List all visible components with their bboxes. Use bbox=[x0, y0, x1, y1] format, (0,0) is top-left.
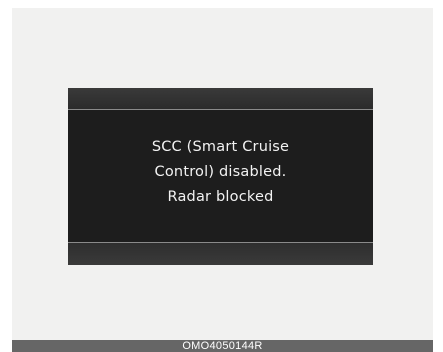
warning-message-line-2: Control) disabled. bbox=[154, 164, 287, 180]
figure-code: OMO4050144R bbox=[182, 340, 263, 352]
warning-message-line-3: Radar blocked bbox=[167, 189, 274, 205]
display-top-band bbox=[68, 88, 373, 109]
warning-message: SCC (Smart Cruise Control) disabled. Rad… bbox=[68, 135, 373, 210]
display-top-divider bbox=[68, 109, 373, 110]
warning-message-line-1: SCC (Smart Cruise bbox=[151, 139, 290, 155]
caption-bar: OMO4050144R bbox=[12, 340, 433, 352]
cluster-display: SCC (Smart Cruise Control) disabled. Rad… bbox=[68, 88, 373, 265]
figure: SCC (Smart Cruise Control) disabled. Rad… bbox=[0, 0, 443, 352]
display-bottom-band bbox=[68, 243, 373, 265]
